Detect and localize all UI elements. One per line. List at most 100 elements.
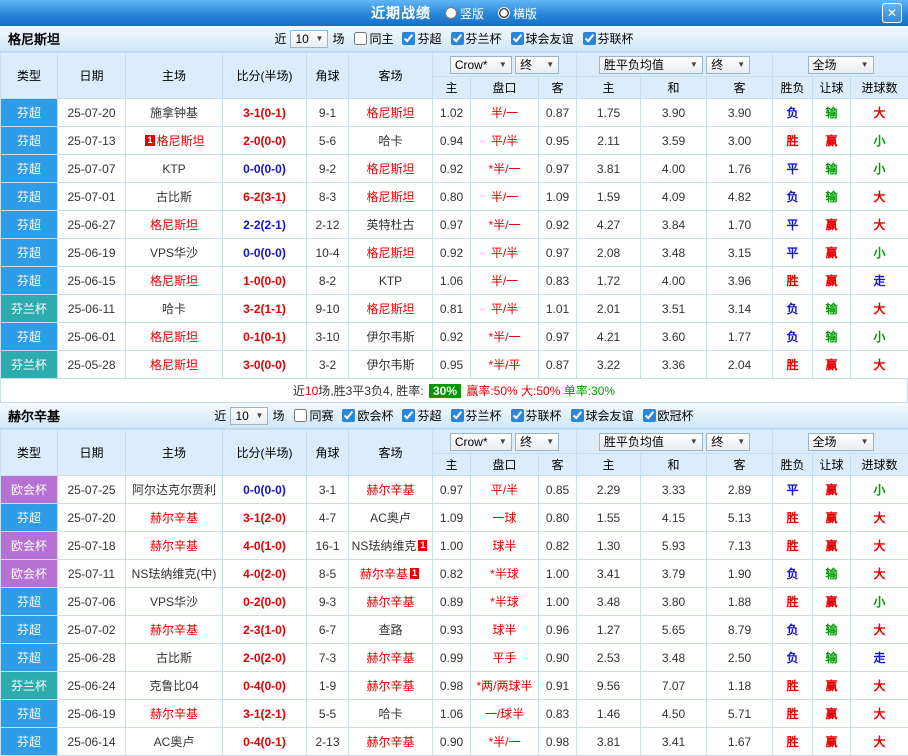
filter-欧冠杯[interactable]: 欧冠杯: [643, 407, 694, 424]
chevron-down-icon: ▼: [861, 60, 869, 69]
team-name: 伊尔韦斯: [366, 358, 414, 372]
avg-away-odds: 1.18: [707, 672, 773, 700]
odds-company-dropdown[interactable]: Crow*▼: [450, 56, 512, 74]
filter-checkbox[interactable]: [451, 32, 464, 45]
filter-checkbox[interactable]: [583, 32, 596, 45]
filter-checkbox[interactable]: [511, 409, 524, 422]
filter-球会友谊[interactable]: 球会友谊: [511, 30, 574, 47]
handicap-line: 平/半: [471, 295, 539, 323]
horizontal-layout-radio[interactable]: [498, 7, 510, 19]
home-odds: 1.09: [433, 504, 471, 532]
goals-result-flag: 大: [851, 728, 908, 756]
summary-segment: 大:50%: [518, 382, 561, 399]
odds-company-dropdown[interactable]: Crow*▼: [450, 433, 512, 451]
filter-checkbox[interactable]: [294, 409, 307, 422]
scope-dropdown[interactable]: 全场▼: [808, 56, 874, 74]
filter-checkbox[interactable]: [643, 409, 656, 422]
filter-同赛[interactable]: 同赛: [294, 407, 333, 424]
handicap-result-flag: 赢: [813, 728, 851, 756]
handicap-result-flag: 赢: [813, 211, 851, 239]
handicap-result-flag: 输: [813, 99, 851, 127]
filter-checkbox[interactable]: [354, 32, 367, 45]
home-team: NS珐纳维克(中): [126, 560, 223, 588]
chevron-down-icon: ▼: [690, 437, 698, 446]
avg-draw-odds: 3.59: [641, 127, 707, 155]
match-date: 25-06-28: [58, 644, 126, 672]
league-type-badge: 芬超: [1, 183, 58, 211]
filter-checkbox[interactable]: [511, 32, 524, 45]
match-count-value: 10: [235, 409, 248, 423]
filter-checkbox[interactable]: [571, 409, 584, 422]
corner-score: 9-2: [307, 155, 349, 183]
match-row: 欧会杯25-07-18赫尔辛基4-0(1-0)16-1NS珐纳维克11.00球半…: [1, 532, 908, 560]
vertical-layout-radio[interactable]: [445, 7, 457, 19]
filter-欧会杯[interactable]: 欧会杯: [342, 407, 393, 424]
league-type-badge: 芬超: [1, 323, 58, 351]
layout-option-vertical[interactable]: 竖版: [445, 5, 484, 22]
filter-checkbox[interactable]: [451, 409, 464, 422]
avg-type-dropdown[interactable]: 胜平负均值▼: [599, 433, 703, 451]
handicap-line: 平/半: [471, 127, 539, 155]
home-odds: 0.82: [433, 560, 471, 588]
home-team: 格尼斯坦: [126, 211, 223, 239]
match-score: 4-0(1-0): [223, 532, 307, 560]
match-count-dropdown[interactable]: 10▼: [230, 407, 268, 425]
goals-result-flag: 大: [851, 504, 908, 532]
home-team: 1格尼斯坦: [126, 127, 223, 155]
match-count-dropdown[interactable]: 10▼: [290, 30, 328, 48]
avg-time-dropdown[interactable]: 终▼: [706, 56, 750, 74]
away-team: 赫尔辛基1: [349, 560, 433, 588]
avg-away-odds: 3.14: [707, 295, 773, 323]
team-name: 格尼斯坦: [150, 330, 198, 344]
layout-option-horizontal[interactable]: 横版: [498, 5, 537, 22]
filter-芬超[interactable]: 芬超: [402, 407, 441, 424]
team-name: AC奥卢: [154, 735, 195, 749]
scope-dropdown[interactable]: 全场▼: [808, 433, 874, 451]
filter-芬联杯[interactable]: 芬联杯: [511, 407, 562, 424]
filter-芬兰杯[interactable]: 芬兰杯: [451, 407, 502, 424]
odds-time-value: 终: [520, 433, 532, 450]
odds-time-dropdown[interactable]: 终▼: [515, 56, 559, 74]
filter-芬兰杯[interactable]: 芬兰杯: [451, 30, 502, 47]
filter-checkbox[interactable]: [402, 32, 415, 45]
avg-time-dropdown[interactable]: 终▼: [706, 433, 750, 451]
goals-result-flag: 小: [851, 323, 908, 351]
near-label: 近: [214, 407, 226, 424]
match-date: 25-07-13: [58, 127, 126, 155]
recent-results-dialog: 近期战绩 竖版 横版 ✕ 格尼斯坦 近 10▼ 场 同主芬超芬兰杯球会友谊芬联杯: [0, 0, 908, 756]
avg-draw-odds: 4.09: [641, 183, 707, 211]
match-score: 2-0(0-0): [223, 127, 307, 155]
match-row: 芬超25-07-01古比斯6-2(3-1)8-3格尼斯坦0.80半/一1.091…: [1, 183, 908, 211]
filter-label: 欧冠杯: [658, 407, 694, 424]
avg-type-dropdown[interactable]: 胜平负均值▼: [599, 56, 703, 74]
games-label: 场: [332, 30, 344, 47]
filter-球会友谊[interactable]: 球会友谊: [571, 407, 634, 424]
chevron-down-icon: ▼: [861, 437, 869, 446]
filter-芬联杯[interactable]: 芬联杯: [583, 30, 634, 47]
avg-away-odds: 1.67: [707, 728, 773, 756]
result-flag: 负: [773, 644, 813, 672]
match-row: 芬超25-07-20赫尔辛基3-1(2-0)4-7AC奥卢1.09一球0.801…: [1, 504, 908, 532]
close-icon[interactable]: ✕: [882, 3, 902, 23]
league-type-badge: 芬超: [1, 127, 58, 155]
filter-checkbox[interactable]: [342, 409, 355, 422]
filter-芬超[interactable]: 芬超: [402, 30, 441, 47]
avg-away-odds: 1.88: [707, 588, 773, 616]
handicap-line: *两/两球半: [471, 672, 539, 700]
corner-score: 6-7: [307, 616, 349, 644]
away-team: 伊尔韦斯: [349, 323, 433, 351]
handicap-line: *半球: [471, 588, 539, 616]
team-name: 赫尔辛基: [366, 595, 414, 609]
avg-home-odds: 2.53: [577, 644, 641, 672]
result-flag: 负: [773, 616, 813, 644]
filter-checkbox[interactable]: [402, 409, 415, 422]
avg-home-odds: 2.01: [577, 295, 641, 323]
chevron-down-icon: ▼: [499, 437, 507, 446]
handicap-result-flag: 赢: [813, 476, 851, 504]
odds-time-dropdown[interactable]: 终▼: [515, 433, 559, 451]
filter-同主[interactable]: 同主: [354, 30, 393, 47]
col-odds-away: 客: [539, 77, 577, 99]
team-name: 赫尔辛基: [150, 623, 198, 637]
corner-score: 3-1: [307, 476, 349, 504]
team-name: 格尼斯坦: [157, 134, 205, 148]
